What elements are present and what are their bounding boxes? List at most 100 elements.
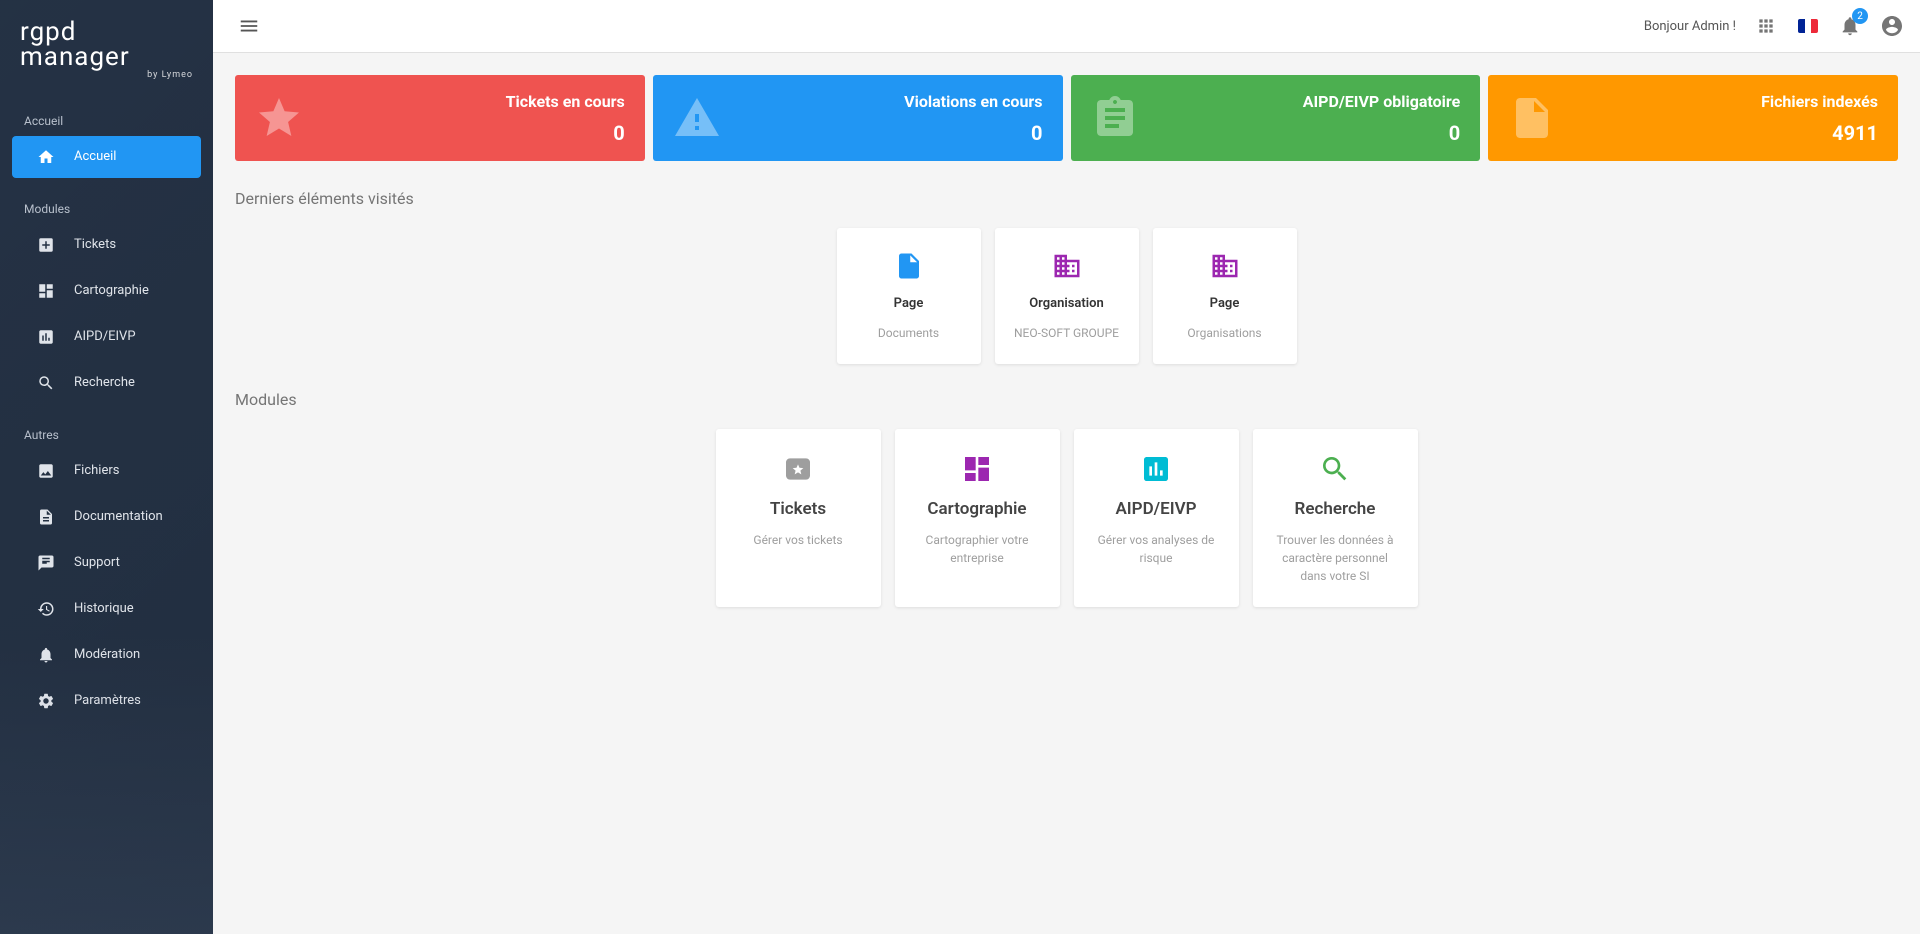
module-sub: Trouver les données à caractère personne… (1271, 531, 1400, 585)
ticket-star-icon (780, 451, 816, 487)
sidebar-item-tickets[interactable]: Tickets (12, 224, 201, 266)
greeting: Bonjour Admin ! (1644, 19, 1736, 34)
apps-icon (1756, 16, 1776, 36)
stat-label: Violations en cours (737, 92, 1043, 111)
ticket-plus-icon (36, 235, 56, 255)
search-icon (1317, 451, 1353, 487)
module-title: Tickets (734, 499, 863, 519)
recent-item-page-organisations[interactable]: Page Organisations (1153, 228, 1297, 364)
sidebar-item-cartographie[interactable]: Cartographie (12, 270, 201, 312)
file-icon (1508, 94, 1556, 142)
notifications-button[interactable]: 2 (1838, 14, 1862, 38)
sidebar-item-label: Accueil (74, 149, 116, 164)
stat-label: Tickets en cours (319, 92, 625, 111)
app-root: rgpd manager by Lymeo Accueil Accueil Mo… (0, 0, 1920, 934)
sidebar-item-fichiers[interactable]: Fichiers (12, 450, 201, 492)
document-icon (36, 507, 56, 527)
stat-text: AIPD/EIVP obligatoire 0 (1155, 92, 1461, 145)
apps-button[interactable] (1754, 14, 1778, 38)
stat-value: 0 (1155, 121, 1461, 145)
sidebar-item-historique[interactable]: Historique (12, 588, 201, 630)
main-area: Bonjour Admin ! 2 (213, 0, 1920, 934)
sidebar-item-parametres[interactable]: Paramètres (12, 680, 201, 722)
recent-item-page-documents[interactable]: Page Documents (837, 228, 981, 364)
sidebar-item-moderation[interactable]: Modération (12, 634, 201, 676)
warning-icon (673, 94, 721, 142)
card-title: Organisation (1011, 296, 1123, 311)
topbar-left (229, 6, 269, 46)
module-title: AIPD/EIVP (1092, 499, 1221, 519)
module-sub: Gérer vos analyses de risque (1092, 531, 1221, 567)
topbar: Bonjour Admin ! 2 (213, 0, 1920, 53)
module-card-recherche[interactable]: Recherche Trouver les données à caractèr… (1253, 429, 1418, 607)
nav-section-modules: Modules Tickets Cartographie AIPD/EIVP R… (0, 188, 213, 414)
modules-section-title: Modules (235, 390, 1898, 409)
account-button[interactable] (1880, 14, 1904, 38)
chart-icon (1138, 451, 1174, 487)
image-icon (36, 461, 56, 481)
card-sub: NEO-SOFT GROUPE (1011, 325, 1123, 342)
stat-label: AIPD/EIVP obligatoire (1155, 92, 1461, 111)
sidebar-item-label: Fichiers (74, 463, 119, 478)
sidebar-item-documentation[interactable]: Documentation (12, 496, 201, 538)
sidebar-item-accueil[interactable]: Accueil (12, 136, 201, 178)
stat-text: Tickets en cours 0 (319, 92, 625, 145)
menu-toggle[interactable] (229, 6, 269, 46)
sidebar-item-label: Recherche (74, 375, 135, 390)
content: Tickets en cours 0 Violations en cours 0… (213, 53, 1920, 629)
sidebar-item-label: Documentation (74, 509, 163, 524)
module-card-aipd[interactable]: AIPD/EIVP Gérer vos analyses de risque (1074, 429, 1239, 607)
stat-card-violations[interactable]: Violations en cours 0 (653, 75, 1063, 161)
dashboard-icon (959, 451, 995, 487)
sidebar-item-label: Historique (74, 601, 134, 616)
recent-section-title: Derniers éléments visités (235, 189, 1898, 208)
stat-text: Fichiers indexés 4911 (1572, 92, 1878, 145)
stat-card-aipd[interactable]: AIPD/EIVP obligatoire 0 (1071, 75, 1481, 161)
sidebar-item-label: Tickets (74, 237, 116, 252)
building-icon (1051, 250, 1083, 282)
notification-badge: 2 (1852, 8, 1868, 24)
module-card-tickets[interactable]: Tickets Gérer vos tickets (716, 429, 881, 607)
chart-icon (36, 327, 56, 347)
sidebar-item-label: Paramètres (74, 693, 141, 708)
card-sub: Organisations (1169, 325, 1281, 342)
sidebar-item-support[interactable]: Support (12, 542, 201, 584)
language-button[interactable] (1796, 14, 1820, 38)
nav-header-modules: Modules (0, 194, 213, 224)
sidebar-item-label: Cartographie (74, 283, 149, 298)
recent-row: Page Documents Organisation NEO-SOFT GRO… (235, 228, 1898, 364)
sidebar: rgpd manager by Lymeo Accueil Accueil Mo… (0, 0, 213, 934)
nav-header-autres: Autres (0, 420, 213, 450)
module-sub: Gérer vos tickets (734, 531, 863, 549)
logo-sub: by Lymeo (20, 71, 193, 80)
account-icon (1880, 14, 1904, 38)
topbar-right: Bonjour Admin ! 2 (1644, 14, 1904, 38)
home-icon (36, 147, 56, 167)
stat-card-tickets[interactable]: Tickets en cours 0 (235, 75, 645, 161)
module-card-cartographie[interactable]: Cartographie Cartographier votre entrepr… (895, 429, 1060, 607)
clipboard-icon (1091, 94, 1139, 142)
stat-card-fichiers[interactable]: Fichiers indexés 4911 (1488, 75, 1898, 161)
history-icon (36, 599, 56, 619)
card-sub: Documents (853, 325, 965, 342)
card-title: Page (853, 296, 965, 311)
module-sub: Cartographier votre entreprise (913, 531, 1042, 567)
dashboard-icon (36, 281, 56, 301)
stat-value: 4911 (1572, 121, 1878, 145)
search-icon (36, 373, 56, 393)
sidebar-item-label: Modération (74, 647, 140, 662)
recent-item-organisation[interactable]: Organisation NEO-SOFT GROUPE (995, 228, 1139, 364)
ticket-star-icon (255, 94, 303, 142)
building-icon (1209, 250, 1241, 282)
stat-value: 0 (319, 121, 625, 145)
gear-icon (36, 691, 56, 711)
logo: rgpd manager by Lymeo (0, 10, 213, 100)
logo-line2: manager (20, 45, 193, 70)
france-flag-icon (1798, 19, 1818, 33)
card-title: Page (1169, 296, 1281, 311)
stat-label: Fichiers indexés (1572, 92, 1878, 111)
sidebar-item-recherche[interactable]: Recherche (12, 362, 201, 404)
sidebar-item-aipd[interactable]: AIPD/EIVP (12, 316, 201, 358)
logo-text: rgpd manager by Lymeo (20, 20, 193, 80)
nav-section-autres: Autres Fichiers Documentation Support Hi… (0, 414, 213, 732)
